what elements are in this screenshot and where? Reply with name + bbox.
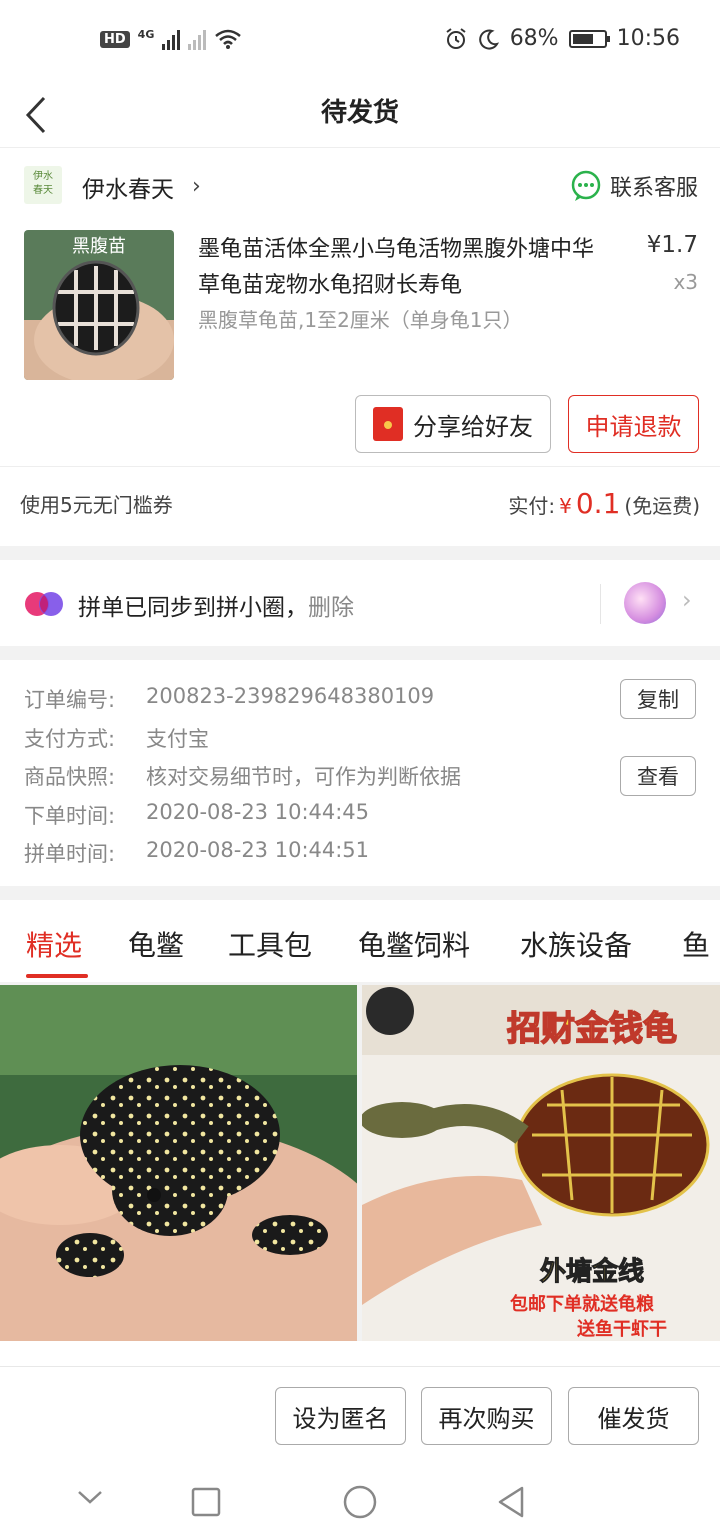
info-label: 拼单时间: [24,842,116,866]
info-row-group-time: 拼单时间: 2020-08-23 10:44:51 [24,838,369,868]
promo-text-2: 送鱼干虾干 [576,1318,667,1340]
paid-currency: ¥ [559,494,572,518]
contact-service-button[interactable]: 联系客服 [570,170,698,202]
clock: 10:56 [616,26,680,51]
anonymous-button[interactable]: 设为匿名 [275,1387,406,1445]
divider [600,584,601,624]
contact-label: 联系客服 [609,176,698,201]
product-spec: 黑腹草龟苗,1至2厘米（单身龟1只） [198,308,523,332]
rebuy-button[interactable]: 再次购买 [421,1387,552,1445]
info-value: 2020-08-23 10:44:45 [146,800,370,824]
active-tab-indicator [26,974,88,978]
shipping-note: (免运费) [624,494,700,518]
paid-amount: 0.1 [575,487,621,520]
avatar[interactable] [624,582,666,624]
shop-chevron-icon[interactable]: › [192,174,201,199]
shop-name[interactable]: 伊水春天 [82,170,174,204]
order-info: 订单编号: 200823-239829648380109 复制 支付方式: 支付… [0,660,720,886]
product-thumbnail[interactable]: 黑腹苗 [24,230,174,380]
info-value: 核对交易细节时，可作为判断依据 [146,765,461,789]
back-triangle-icon[interactable] [494,1484,528,1520]
product-quantity: x3 [673,270,698,294]
chat-bubble-icon [571,170,601,201]
home-circle-icon[interactable] [342,1484,378,1520]
product-card-image[interactable] [0,985,357,1341]
banner-text: 招财金钱龟 [507,1009,677,1049]
page-header: 待发货 [0,82,720,148]
tab-fish[interactable]: 鱼 [682,924,710,964]
status-bar: HD 4G 68% 10:56 [0,0,720,82]
network-type: 4G [137,27,155,41]
system-nav-bar [0,1466,720,1540]
paid-amount-group: 实付: ¥ 0.1 (免运费) [508,487,700,520]
info-label: 支付方式: [24,727,116,751]
chevron-right-icon[interactable]: › [682,586,692,614]
promo-text: 包邮下单就送龟粮 [510,1293,654,1315]
info-label: 订单编号: [24,688,116,712]
battery-percent: 68% [509,26,559,51]
sync-text: 拼单已同步到拼小圈， [78,595,308,621]
info-value: 支付宝 [146,727,209,751]
coupon-text: 使用5元无门槛券 [20,493,173,517]
chevron-down-icon[interactable] [76,1488,104,1506]
info-row-order-time: 下单时间: 2020-08-23 10:44:45 [24,800,369,830]
product-card-image[interactable]: 招财金钱龟 外塘金线 包邮下单就送龟粮 送鱼干虾干 [362,985,720,1341]
turtle-thumbnail-image: 黑腹苗 [24,230,174,380]
share-label: 分享给好友 [413,412,533,441]
product-title[interactable]: 墨龟苗活体全黑小乌龟活物黑腹外塘中华草龟苗宠物水龟招财长寿龟 [198,232,608,304]
bottom-action-bar: 设为匿名 再次购买 催发货 [0,1366,720,1466]
info-row-snapshot: 商品快照: 核对交易细节时，可作为判断依据 [24,761,461,791]
alarm-icon [446,27,466,49]
tab-toolkit[interactable]: 工具包 [228,924,312,964]
info-label: 下单时间: [24,804,116,828]
sync-delete-link[interactable]: 删除 [308,595,354,621]
view-snapshot-button[interactable]: 查看 [620,756,696,796]
golden-turtle-image: 招财金钱龟 外塘金线 包邮下单就送龟粮 送鱼干虾干 [362,985,720,1341]
signal-icon [162,28,181,50]
tab-aquarium-equipment[interactable]: 水族设备 [520,924,632,964]
shop-logo[interactable]: 伊水 春天 [24,166,62,204]
signal-weak-icon [188,28,207,50]
wifi-icon [215,29,242,49]
info-row-payment-method: 支付方式: 支付宝 [24,723,209,753]
info-value: 200823-239829648380109 [146,684,435,708]
coupon-row: 使用5元无门槛券 实付: ¥ 0.1 (免运费) [0,466,720,546]
info-value: 2020-08-23 10:44:51 [146,838,370,862]
info-label: 商品快照: [24,765,116,789]
order-card: 伊水 春天 伊水春天 › 联系客服 黑腹苗 墨龟苗活体全黑小乌龟活物黑腹外塘中华草… [0,148,720,546]
battery-icon [568,29,610,48]
hd-badge: HD [100,30,130,48]
product-price: ¥1.7 [646,232,698,258]
group-sync-row[interactable]: 拼单已同步到拼小圈，删除 › [0,560,720,646]
thumbnail-caption: 黑腹苗 [72,236,126,257]
red-packet-icon [373,407,403,441]
refund-button[interactable]: 申请退款 [568,395,699,453]
tab-turtles[interactable]: 龟鳖 [128,924,184,964]
tab-turtle-food[interactable]: 龟鳖饲料 [358,924,470,964]
moon-icon [478,29,499,50]
spotted-turtle-image [0,985,357,1341]
recents-square-icon[interactable] [190,1486,222,1518]
tab-featured[interactable]: 精选 [26,924,82,964]
urge-shipping-button[interactable]: 催发货 [568,1387,699,1445]
category-tabs: 精选 龟鳖 工具包 龟鳖饲料 水族设备 鱼 [0,900,720,982]
status-right: 68% 10:56 [444,26,680,51]
sync-message: 拼单已同步到拼小圈，删除 [78,588,354,622]
banner-subtext: 外塘金线 [540,1256,644,1287]
paid-label: 实付: [508,494,556,518]
page-title: 待发货 [320,98,399,128]
info-row-order-id: 订单编号: 200823-239829648380109 [24,684,434,714]
group-circle-icon [25,592,63,616]
share-friend-button[interactable]: 分享给好友 [355,395,551,453]
status-left: HD 4G [100,28,242,50]
copy-button[interactable]: 复制 [620,679,696,719]
